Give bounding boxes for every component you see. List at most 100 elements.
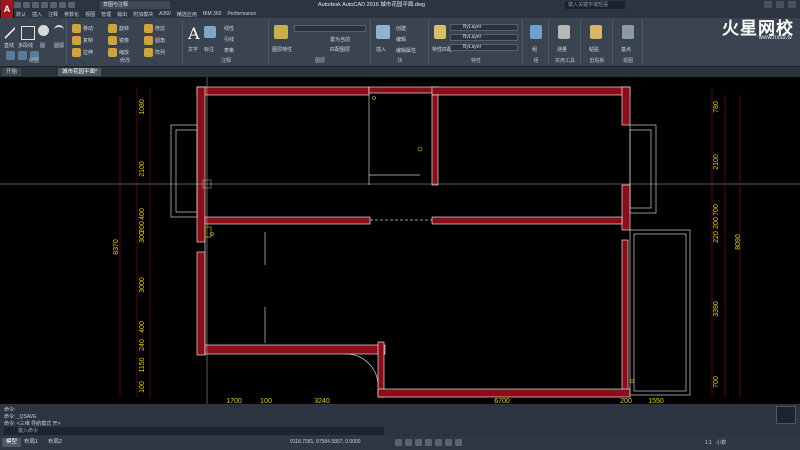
layout-tab-1[interactable]: 布局1 [20,438,42,447]
ribbon-tab[interactable]: 参数化 [64,11,79,18]
block-group-label: 块 [397,58,403,64]
circle-icon[interactable] [38,25,49,36]
drawing-canvas[interactable]: 1080 2100 400 200 300 3000 400 240 1150 100 8370 78… [0,77,800,408]
dimension-labels: 1080210040020030030004002401150100837078… [113,99,742,405]
dimension-button[interactable]: 标注 [204,46,214,53]
open-icon[interactable] [23,2,30,8]
ribbon-tab[interactable]: BIM 360 [203,11,222,17]
base-view-icon[interactable] [622,25,634,39]
polar-toggle-icon[interactable] [425,439,432,446]
move-icon[interactable] [72,24,81,33]
command-input[interactable]: 键入命令 [4,427,384,435]
close-button[interactable] [788,1,796,8]
trim-icon[interactable] [144,24,153,33]
undo-icon[interactable] [59,2,66,8]
text-button[interactable]: 文字 [188,46,198,53]
match-properties-icon[interactable] [434,25,446,39]
linear-dropdown[interactable]: 线性 [224,25,234,32]
layer-properties-button[interactable]: 图层特性 [272,46,292,53]
copy-icon[interactable] [72,36,81,45]
print-icon[interactable] [50,2,57,8]
fixture-box [204,226,212,238]
workspace-dropdown[interactable]: 草图与注释 [100,1,170,9]
layer-properties-icon[interactable] [274,25,288,39]
ribbon-tab[interactable]: 管理 [101,11,111,18]
minimize-button[interactable] [764,1,772,8]
ortho-toggle-icon[interactable] [415,439,422,446]
layer-dropdown[interactable] [294,25,366,32]
new-icon[interactable] [14,2,21,8]
redo-icon[interactable] [68,2,75,8]
rotate-icon[interactable] [108,24,117,33]
arc-icon[interactable] [54,25,64,37]
polyline-icon[interactable] [21,26,35,40]
snap-toggle-icon[interactable] [405,439,412,446]
stretch-button[interactable]: 拉伸 [83,49,93,56]
tab-drawing[interactable]: 城市花园平面* [58,68,102,76]
match-layer-button[interactable]: 匹配图层 [330,46,350,53]
mirror-icon[interactable] [108,36,117,45]
fillet-icon[interactable] [144,36,153,45]
stretch-icon[interactable] [72,48,81,57]
lineweight-dropdown[interactable]: ByLayer [450,44,518,51]
navigation-bar-icon[interactable] [776,406,796,424]
ribbon-tab[interactable]: 默认 [16,11,26,18]
edit-block-button[interactable]: 编辑 [396,36,406,43]
rotate-button[interactable]: 旋转 [119,25,129,32]
match-properties-button[interactable]: 特性匹配 [432,46,452,53]
fillet-button[interactable]: 圆角 [155,37,165,44]
table-button[interactable]: 表格 [224,47,234,54]
measure-button[interactable]: 测量 [557,46,567,53]
ribbon-tab[interactable]: Performance [227,11,256,17]
insert-block-icon[interactable] [376,25,390,39]
title-bar: 草图与注释 Autodesk AutoCAD 2016 城市花园平面.dwg 键… [0,0,800,10]
ribbon-tab[interactable]: 输出 [117,11,127,18]
trim-button[interactable]: 修剪 [155,25,165,32]
ribbon-tab[interactable]: 视图 [85,11,95,18]
measure-icon[interactable] [558,25,570,39]
scale-button[interactable]: 缩放 [119,49,129,56]
array-icon[interactable] [144,48,153,57]
leader-dropdown[interactable]: 引线 [224,36,234,43]
otrack-toggle-icon[interactable] [445,439,452,446]
ribbon-tab[interactable]: 插入 [32,11,42,18]
make-current-button[interactable]: 置为当前 [330,36,350,43]
saveas-icon[interactable] [41,2,48,8]
wall-right-top [621,86,631,126]
move-button[interactable]: 移动 [83,25,93,32]
layout-tab-model[interactable]: 模型 [2,438,22,447]
paste-button[interactable]: 粘贴 [589,46,599,53]
modify-group: 移动 旋转 修剪 复制 镜像 圆角 拉伸 缩放 阵列 修改 [68,20,183,64]
groups-group: 组 组 [524,20,549,64]
autocad-logo-icon[interactable]: A [1,0,13,18]
ribbon-tab[interactable]: A360 [159,11,171,17]
maximize-button[interactable] [776,1,784,8]
ribbon-tab[interactable]: 附加模块 [133,11,153,18]
ribbon-tab[interactable]: 精选应用 [177,11,197,18]
save-icon[interactable] [32,2,39,8]
annotation-scale[interactable]: 1:1 小数 [705,439,726,446]
lineweight-toggle-icon[interactable] [455,439,462,446]
mirror-button[interactable]: 镜像 [119,37,129,44]
grid-toggle-icon[interactable] [395,439,402,446]
create-block-button[interactable]: 创建 [396,25,406,32]
color-dropdown[interactable]: ByLayer [450,24,518,31]
base-button[interactable]: 基点 [621,46,631,53]
ribbon-tab[interactable]: 注释 [48,11,58,18]
paste-icon[interactable] [590,25,602,39]
search-input[interactable]: 键入关键字或短语 [565,1,625,9]
array-button[interactable]: 阵列 [155,49,165,56]
line-icon[interactable] [5,26,15,40]
text-icon[interactable]: A [188,24,200,43]
insert-button[interactable]: 插入 [376,46,386,53]
edit-attributes-button[interactable]: 编辑属性 [396,47,416,54]
scale-icon[interactable] [108,48,117,57]
tab-start[interactable]: 开始 [2,68,22,76]
dimension-icon[interactable] [204,26,216,38]
linetype-dropdown[interactable]: ByLayer [450,34,518,41]
copy-button[interactable]: 复制 [83,37,93,44]
group-button[interactable]: 组 [532,46,537,53]
osnap-toggle-icon[interactable] [435,439,442,446]
layout-tab-2[interactable]: 布局2 [44,438,66,447]
group-icon[interactable] [530,25,542,39]
